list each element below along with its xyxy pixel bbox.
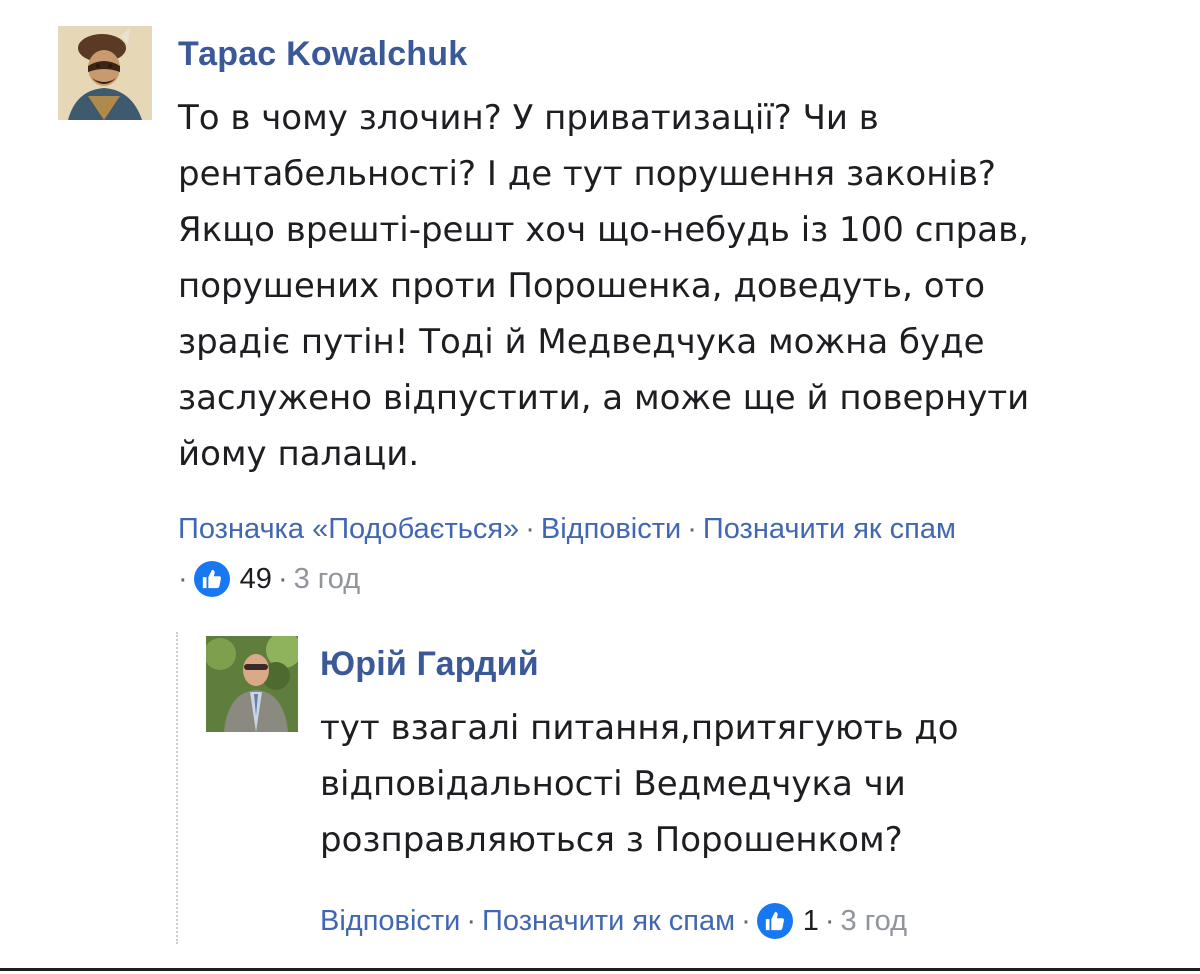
divider (0, 968, 1200, 971)
reply-link[interactable]: Відповісти (541, 513, 681, 545)
comment-text-line: зрадіє путін! Тоді й Медведчука можна бу… (178, 322, 985, 362)
thumbs-up-icon[interactable] (193, 561, 230, 597)
comment-author-name[interactable]: Тарас Kowalchuk (178, 26, 1168, 82)
comment-text-line: Якщо врешті-решт хоч що-небудь із 100 сп… (178, 210, 1029, 250)
reply-link[interactable]: Відповісти (320, 896, 460, 946)
mark-as-spam-link[interactable]: Позначити як спам (482, 896, 735, 946)
separator: · (741, 905, 751, 937)
like-count[interactable]: 1 (793, 896, 819, 946)
separator: · (277, 563, 288, 595)
separator: · (687, 513, 697, 545)
reply-text-line: відповідальності Ведмедчука чи (320, 764, 906, 804)
comment-meta: · 49 · 3 год (178, 554, 1168, 604)
thumbs-up-icon[interactable] (756, 903, 793, 939)
reply-text-line: розправляються з Порошенком? (320, 820, 903, 860)
avatar-portrait-image (58, 26, 152, 120)
reply-author-name[interactable]: Юрій Гардий (320, 636, 1140, 692)
timestamp[interactable]: 3 год (294, 554, 361, 604)
avatar-photo-image (206, 636, 298, 732)
comment-actions: Позначка «Подобається» · Відповісти · Познач… (178, 504, 1168, 554)
separator: · (178, 563, 188, 595)
comment-text-line: заслужено відпустити, а може ще й поверн… (178, 378, 1030, 418)
comment-text-line: порушених проти Порошенка, доведуть, ото (178, 266, 986, 306)
like-count[interactable]: 49 (230, 554, 272, 604)
comment-text: То в чому злочин? У приватизації? Чи в р… (178, 90, 1168, 482)
avatar[interactable] (206, 636, 298, 732)
separator: · (525, 513, 535, 545)
avatar[interactable] (58, 26, 152, 120)
mark-as-spam-link[interactable]: Позначити як спам (703, 513, 956, 545)
comment-text-line: йому палаци. (178, 434, 420, 474)
separator: · (824, 905, 835, 937)
reply-actions: Відповісти · Позначити як спам · 1 · 3 г… (320, 896, 1140, 946)
comment-text-line: рентабельності? І де тут порушення закон… (178, 154, 996, 194)
reply-text: тут взагалі питання,притягують до відпов… (320, 700, 1140, 868)
comment-text-line: То в чому злочин? У приватизації? Чи в (178, 98, 879, 138)
reply-text-line: тут взагалі питання,притягують до (320, 708, 959, 748)
reply-comment: Юрій Гардий тут взагалі питання,притягую… (176, 632, 1158, 944)
separator: · (466, 905, 477, 937)
timestamp[interactable]: 3 год (841, 896, 908, 946)
like-link[interactable]: Позначка «Подобається» (178, 513, 519, 545)
